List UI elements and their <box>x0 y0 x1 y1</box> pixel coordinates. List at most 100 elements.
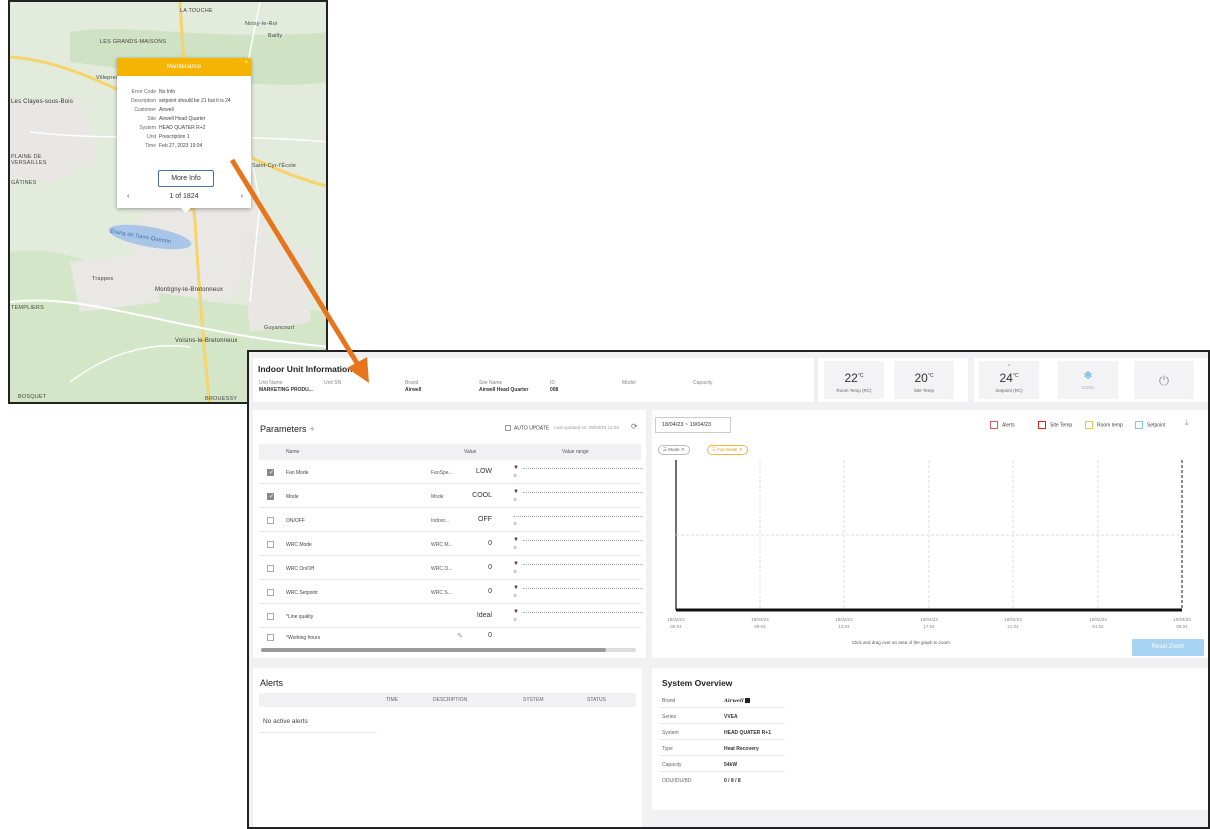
overview-row: ODU/IDU/BD 0 / 8 / 8 <box>662 778 741 784</box>
parameter-row: ModeModeCOOL ▼0 <box>259 485 643 508</box>
last-updated: Last updated on: 09/03/23 12:03 <box>554 425 619 431</box>
parameter-row: WRC Setpoint WRC S... 0 ▼ 0 <box>259 581 643 604</box>
brand-logo: Airwell <box>724 698 750 704</box>
system-overview-panel: System Overview Brand Airwell Series VVEA … <box>652 668 1208 810</box>
mode-tile[interactable]: ❄ COOL <box>1058 361 1118 399</box>
overview-row: Series VVEA <box>660 709 785 724</box>
edit-icon[interactable]: ✎ <box>457 632 463 640</box>
add-parameter-button[interactable]: + <box>310 424 315 434</box>
more-info-button[interactable]: More Info <box>158 170 214 187</box>
map-label: GÂTINES <box>11 180 37 186</box>
history-chart[interactable]: 18/04/23 05:04 18/04/23 09:04 18/04/23 1… <box>652 410 1208 640</box>
popup-tail <box>180 207 192 213</box>
parameter-row: ON/OFF Indoor... OFF 0 <box>259 509 643 532</box>
map-label: Voisins-le-Bretonneux <box>175 338 238 344</box>
map-view[interactable]: LA TOUCHE Noisy-le-Roi Bailly LES GRANDS… <box>8 0 328 404</box>
info-id: ID 008 <box>550 380 559 393</box>
parameter-row: *Line quality Ideal ▼ 0 <box>259 605 643 628</box>
map-label: Saint-Cyr-l'École <box>252 163 297 169</box>
horizontal-scrollbar[interactable] <box>261 648 636 652</box>
system-overview-title: System Overview <box>662 678 733 688</box>
overview-row: System HEAD QUATER R+1 <box>660 725 785 740</box>
site-temp-tile: 20°C Site Temp <box>894 361 954 399</box>
svg-text:09:04: 09:04 <box>754 624 766 629</box>
svg-text:17:04: 17:04 <box>923 624 935 629</box>
popup-row: Error Code No Info <box>131 89 176 95</box>
overview-row: Capacity 54kW <box>660 757 785 772</box>
value-range: ▼ 0 <box>509 465 645 479</box>
parameters-title: Parameters + <box>260 424 315 434</box>
alerts-panel: Alerts TIME DESCRIPTION SYSTEM STATUS No… <box>253 668 642 827</box>
svg-text:19/04/23: 19/04/23 <box>1173 617 1191 622</box>
svg-text:18/04/23: 18/04/23 <box>667 617 685 622</box>
setpoint-tile[interactable]: ^ 24°C Setpoint (RC) <box>979 361 1039 399</box>
svg-text:13:04: 13:04 <box>838 624 850 629</box>
svg-text:18/04/23: 18/04/23 <box>920 617 938 622</box>
power-icon: ⏻ <box>1158 373 1170 388</box>
alerts-header: TIME DESCRIPTION SYSTEM STATUS <box>259 693 636 707</box>
zoom-hint: Click and drag over an area of the graph… <box>852 640 950 645</box>
value-range: 0 <box>509 513 645 527</box>
page-count: 1 of 1824 <box>169 193 199 200</box>
map-label: LES GRANDS-MAISONS <box>100 39 167 45</box>
alerts-title: Alerts <box>260 678 284 688</box>
power-tile[interactable]: ⏻ <box>1134 361 1194 399</box>
caret-up-icon[interactable]: ^ <box>979 364 1039 370</box>
popup-row: System HEAD QUATER R+2 <box>139 125 206 131</box>
parameter-row: *Working hours ✎ 0 <box>259 629 641 647</box>
close-icon[interactable]: × <box>244 59 248 67</box>
map-label: BROUESSY <box>205 396 238 402</box>
snowflake-icon: ❄ <box>1083 370 1093 382</box>
svg-text:18/04/23: 18/04/23 <box>1004 617 1022 622</box>
map-label: LA TOUCHE <box>180 8 213 14</box>
chevron-right-icon[interactable]: › <box>241 193 243 200</box>
reset-zoom-button[interactable]: Reset Zoom <box>1132 639 1204 656</box>
value-range: ▼ 0 <box>509 585 645 599</box>
svg-text:19/04/23: 19/04/23 <box>1089 617 1107 622</box>
popup-row: Customer Airwell <box>134 107 174 113</box>
divider <box>259 732 377 733</box>
value-range: ▼ 0 <box>509 561 645 575</box>
popup-row: Site Airwell Head Quarter <box>147 116 206 122</box>
overview-row: Type Heat Recovery <box>660 741 785 756</box>
info-brand: Brand Airwell <box>405 380 422 393</box>
svg-text:05:04: 05:04 <box>670 624 682 629</box>
parameter-checkbox[interactable] <box>267 565 274 572</box>
auto-update-toggle[interactable]: AUTO UPDATE Last updated on: 09/03/23 12:… <box>505 425 619 431</box>
svg-text:18/04/23: 18/04/23 <box>835 617 853 622</box>
popup-details: Error Code No Info Description setpoint sh… <box>117 76 251 151</box>
parameter-row: WRC On/Off WRC O... 0 ▼ 0 <box>259 557 643 580</box>
parameters-header: Name Value Value range <box>259 444 641 460</box>
parameter-checkbox[interactable] <box>267 541 274 548</box>
parameter-checkbox[interactable] <box>267 517 274 524</box>
map-label: Les Clayes-sous-Bois <box>11 99 74 105</box>
svg-text:01:04: 01:04 <box>1092 624 1104 629</box>
map-label: Noisy-le-Roi <box>245 21 278 27</box>
parameter-checkbox[interactable] <box>267 634 274 641</box>
auto-update-checkbox[interactable] <box>505 425 511 431</box>
popup-title: Maintenance <box>117 58 251 76</box>
history-chart-panel: 18/04/23 ~ 19/04/23 Alerts Site Temp Roo… <box>652 410 1208 658</box>
info-site-name: Site Name Airwell Head Quarter <box>479 380 529 393</box>
svg-text:05:04: 05:04 <box>1176 624 1188 629</box>
unit-dashboard: Indoor Unit Information Unit Name MARKETI… <box>247 350 1210 829</box>
map-label: Guyancourt <box>264 325 295 331</box>
parameter-checkbox[interactable] <box>267 589 274 596</box>
temperature-stats: 22°C Room Temp (RC) 20°C Site Temp <box>818 358 968 402</box>
value-range: ▼ 0 <box>509 537 645 551</box>
parameter-checkbox[interactable] <box>267 613 274 620</box>
no-alerts-message: No active alerts <box>263 718 308 725</box>
parameter-checkbox[interactable] <box>267 469 274 476</box>
value-range: ▼ 0 <box>509 609 645 623</box>
map-label: Montigny-le-Bretonneux <box>155 287 224 293</box>
popup-row: Unit Prescription 1 <box>147 134 190 140</box>
svg-text:21:04: 21:04 <box>1007 624 1019 629</box>
map-label: Trappes <box>92 276 114 282</box>
refresh-icon[interactable]: ⟳ <box>631 422 638 431</box>
overview-row: Brand Airwell <box>660 693 785 708</box>
parameter-checkbox[interactable] <box>267 493 274 500</box>
info-model: Model <box>622 380 636 386</box>
indoor-unit-info: Indoor Unit Information Unit Name MARKETI… <box>253 358 814 402</box>
room-temp-tile: 22°C Room Temp (RC) <box>824 361 884 399</box>
popup-pager: ‹ 1 of 1824 › <box>117 193 251 205</box>
